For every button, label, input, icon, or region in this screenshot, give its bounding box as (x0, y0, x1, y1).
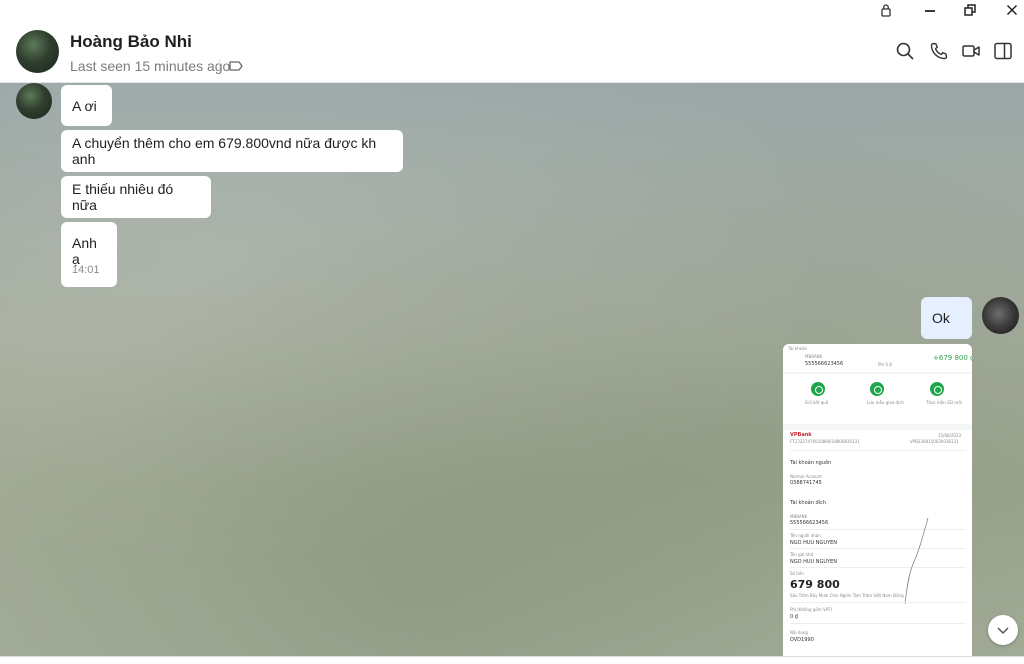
incoming-message[interactable]: A ơi (61, 85, 112, 126)
window-titlebar (0, 0, 1024, 20)
my-avatar[interactable] (982, 297, 1019, 334)
contact-name[interactable]: Hoàng Bảo Nhi (70, 32, 192, 52)
message-text: E thiếu nhiêu đó nữa (72, 181, 174, 213)
chat-header: Hoàng Bảo Nhi Last seen 15 minutes ago (0, 20, 1024, 83)
scroll-to-bottom-button[interactable] (988, 615, 1018, 645)
phone-icon[interactable] (929, 41, 949, 61)
receipt-account: 555566623456 (805, 361, 844, 367)
restore-icon[interactable] (950, 0, 990, 20)
message-text: A ơi (72, 97, 97, 114)
dest-label: Tài khoản đích (790, 500, 826, 506)
incoming-message[interactable]: Anh ạ (61, 222, 117, 287)
minimize-icon[interactable] (910, 0, 950, 20)
last-seen-status: Last seen 15 minutes ago (70, 58, 231, 74)
signature-scribble (904, 517, 929, 605)
chat-area[interactable]: A ơi A chuyển thêm cho em 679.800vnd nữa… (0, 83, 1024, 656)
outgoing-message[interactable]: Ok (921, 297, 972, 339)
new-transaction-icon (930, 382, 944, 396)
amount-label: Số tiền (790, 571, 804, 576)
receipt-action: Gửi kết quả (805, 400, 829, 405)
fee-value: 0 ₫ (790, 614, 798, 620)
incoming-message[interactable]: A chuyển thêm cho em 679.800vnd nữa được… (61, 130, 403, 172)
receipt-top: Tài khoản MBBANK 555566623456 Phí 0 ₫ +6… (783, 344, 972, 372)
close-icon[interactable] (992, 0, 1024, 20)
receipt-ref2: VPB2308150030038131 (910, 439, 959, 444)
send-result-icon (811, 382, 825, 396)
receipt-header-label: Tài khoản (788, 346, 808, 351)
amount-words: Sáu Trăm Bảy Mươi Chín Nghìn Tám Trăm Vi… (790, 593, 904, 598)
receiver-name: NGO HUU NGUYEN (790, 540, 838, 546)
video-icon[interactable] (961, 41, 981, 61)
content-label: Nội dung (790, 630, 808, 635)
contact-avatar[interactable] (16, 30, 59, 73)
divider (790, 450, 966, 451)
divider (790, 548, 966, 549)
vpbank-logo: VPBank (790, 432, 812, 438)
receipt-action: Lưu mẫu giao dịch (867, 400, 904, 405)
message-text: Ok (932, 310, 950, 326)
divider (790, 623, 966, 624)
receipt-actions: Gửi kết quả Lưu mẫu giao dịch Thực hiện … (783, 374, 972, 424)
source-account: 0388741745 (790, 480, 822, 486)
divider (790, 602, 966, 603)
save-template-icon (870, 382, 884, 396)
receipt-date: 15/08/2023 (938, 433, 962, 438)
sender-label: Tên gợi nhớ (790, 552, 814, 557)
receipt-image[interactable]: Tài khoản MBBANK 555566623456 Phí 0 ₫ +6… (783, 344, 972, 656)
sidebar-toggle-icon[interactable] (993, 41, 1013, 61)
incoming-message[interactable]: E thiếu nhiêu đó nữa (61, 176, 211, 218)
message-time: 14:01 (72, 264, 100, 276)
receipt-action: Thực hiện GD mới (926, 400, 962, 405)
sender-avatar[interactable] (16, 83, 52, 119)
dest-bank: MBBANK (790, 514, 808, 519)
receiver-label: Tên người nhận (790, 533, 821, 538)
fee-label: Phí (Không gồm VAT) (790, 607, 832, 612)
divider (790, 529, 966, 530)
lock-icon[interactable] (866, 0, 906, 20)
receipt-details: VPBank FT23227476010880/18806830131 15/0… (783, 430, 972, 656)
divider (219, 59, 220, 73)
message-text: A chuyển thêm cho em 679.800vnd nữa được… (72, 135, 377, 167)
receipt-amount: 679 800 (790, 578, 840, 591)
chevron-down-icon (997, 627, 1009, 635)
divider (790, 567, 966, 568)
receipt-ref: FT23227476010880/18806830131 (790, 439, 860, 444)
dest-account: 555566623456 (790, 520, 829, 526)
receipt-fee: Phí 0 ₫ (878, 362, 892, 367)
content-value: DVD1990 (790, 637, 814, 643)
sender-name: NGO HUU NGUYEN (790, 559, 838, 565)
composer-strip (0, 656, 1024, 664)
source-type: Normal Account (790, 474, 822, 479)
receipt-bank: MBBANK (805, 354, 823, 359)
source-label: Tài khoản nguồn (790, 460, 832, 466)
message-text: Anh ạ (72, 235, 97, 267)
tag-icon[interactable] (228, 58, 244, 74)
search-icon[interactable] (895, 41, 915, 61)
receipt-amount-change: +679 800 ₫ (933, 354, 972, 362)
